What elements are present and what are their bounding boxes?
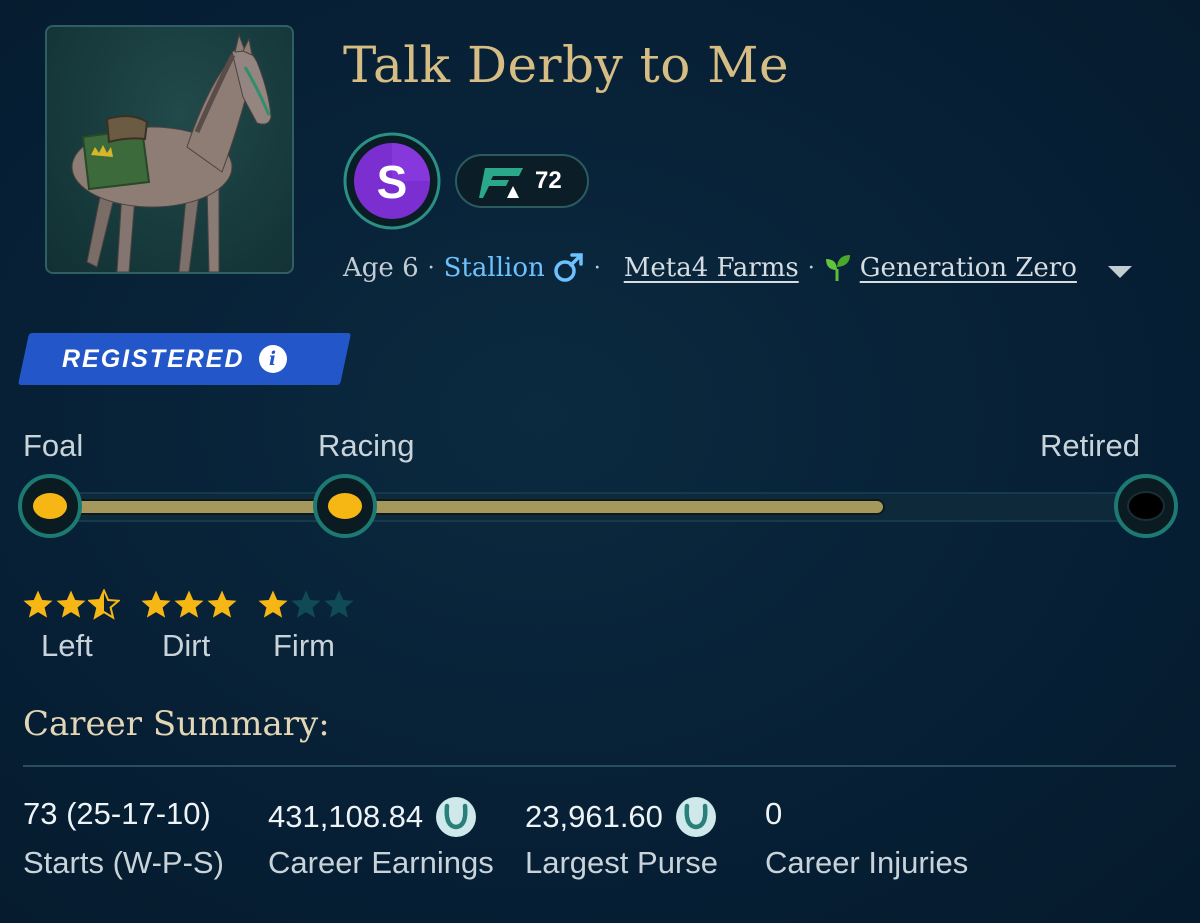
stat-largest-purse-label: Largest Purse — [525, 845, 718, 880]
rating-logo-icon — [479, 168, 523, 198]
star-rating-left — [22, 589, 120, 620]
stage-node-racing — [313, 474, 377, 538]
star-icon — [291, 590, 321, 618]
sex-text: Stallion — [443, 253, 545, 283]
star-rating-dirt — [140, 589, 238, 620]
star-icon — [174, 590, 204, 618]
divider — [23, 765, 1176, 767]
separator-dot: · — [427, 255, 435, 281]
male-icon — [553, 253, 583, 282]
stage-label-racing: Racing — [318, 428, 415, 463]
surface-label-firm: Firm — [273, 628, 335, 663]
stage-label-retired: Retired — [1040, 428, 1140, 463]
lifecycle-progress-fill — [55, 499, 885, 515]
sprout-icon — [825, 255, 850, 281]
horseshoe-icon — [436, 797, 477, 837]
stat-value-text: 23,961.60 — [525, 799, 663, 834]
horse-portrait — [45, 25, 294, 274]
career-summary-title: Career Summary: — [23, 704, 330, 744]
surface-label-left: Left — [41, 628, 93, 663]
stat-starts-label: Starts (W-P-S) — [23, 845, 224, 880]
star-icon — [324, 590, 354, 618]
star-icon — [56, 590, 86, 618]
stage-node-retired — [1114, 474, 1178, 538]
stat-earnings-value: 431,108.84 — [268, 796, 477, 838]
star-icon — [141, 590, 171, 618]
stage-label-foal: Foal — [23, 428, 84, 463]
stage-node-foal — [18, 474, 82, 538]
star-icon — [88, 589, 120, 620]
horseshoe-icon — [675, 797, 716, 837]
separator-dot: · — [593, 255, 601, 281]
caret-down-icon[interactable] — [1107, 264, 1133, 280]
stat-injuries-value: 0 — [765, 796, 782, 832]
generation-link[interactable]: Generation Zero — [860, 253, 1077, 283]
horse-name: Talk Derby to Me — [343, 36, 790, 94]
stable-link[interactable]: Meta4 Farms — [624, 253, 799, 283]
separator-dot: · — [807, 255, 815, 281]
stat-value-text: 431,108.84 — [268, 799, 424, 834]
age-text: Age 6 — [343, 253, 419, 283]
horse-meta-row: Age 6 · Stallion · Meta4 Farms · Generat… — [343, 248, 1077, 288]
star-icon — [258, 590, 288, 618]
info-icon[interactable]: i — [258, 345, 287, 373]
rating-value: 72 — [535, 167, 562, 194]
star-icon — [23, 590, 53, 618]
stat-injuries-label: Career Injuries — [765, 845, 969, 880]
class-letter: S — [377, 156, 408, 208]
stat-value-text: 0 — [765, 796, 783, 831]
stat-earnings-label: Career Earnings — [268, 845, 494, 880]
star-rating-firm — [257, 589, 355, 620]
stat-starts-value: 73 (25-17-10) — [23, 796, 211, 832]
star-icon — [207, 590, 237, 618]
stat-largest-purse-value: 23,961.60 — [525, 796, 717, 838]
registered-banner-content: REGISTERED i — [62, 333, 287, 385]
rating-badge[interactable]: 72 — [455, 154, 589, 208]
surface-label-dirt: Dirt — [162, 628, 211, 663]
class-s-icon[interactable]: S — [343, 132, 441, 230]
registered-label: REGISTERED — [62, 344, 245, 373]
stat-value-text: 73 (25-17-10) — [23, 796, 211, 831]
